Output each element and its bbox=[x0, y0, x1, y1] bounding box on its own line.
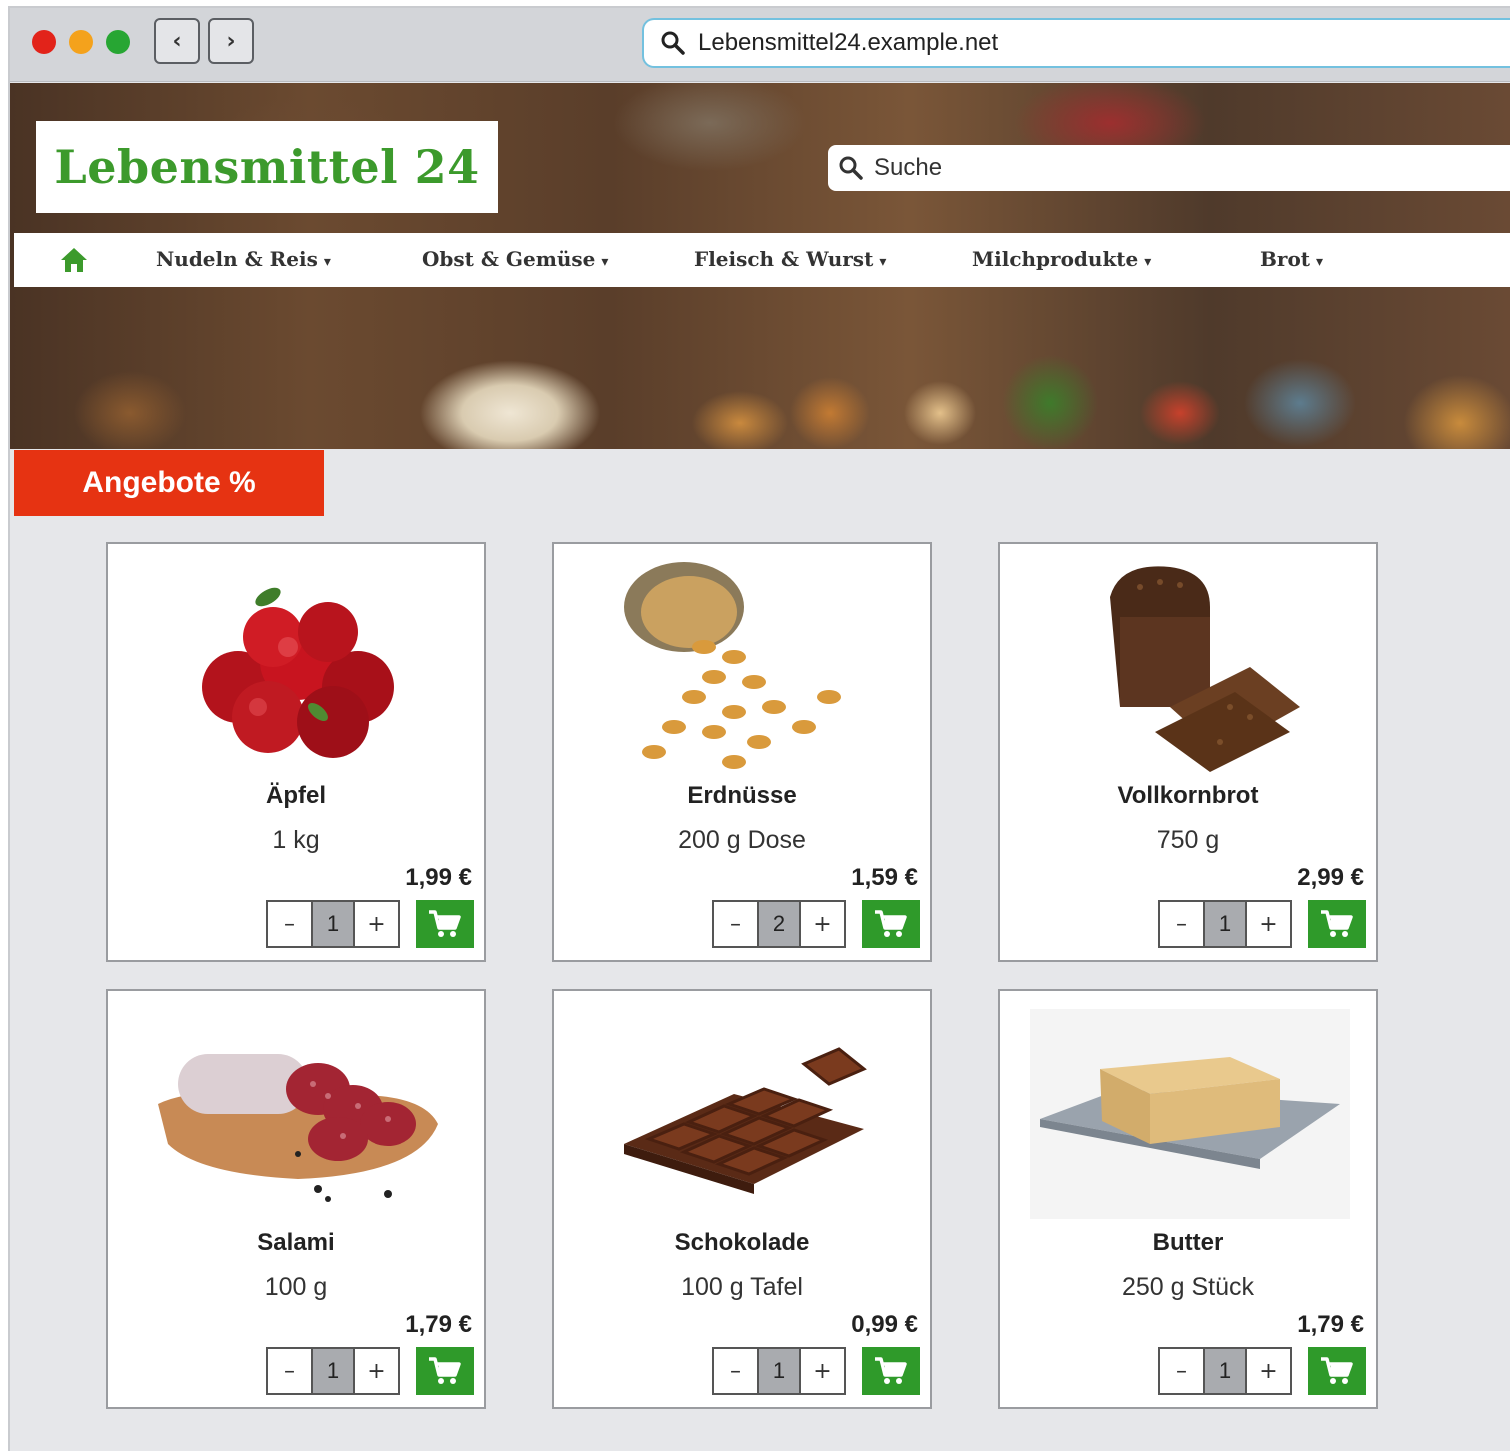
quantity-stepper: – 1 + bbox=[712, 1347, 846, 1395]
product-quantity: 100 g Tafel bbox=[681, 1273, 803, 1301]
caret-down-icon: ▾ bbox=[879, 254, 887, 270]
search-icon bbox=[661, 31, 685, 55]
add-to-cart-button[interactable] bbox=[1308, 1347, 1366, 1395]
increment-button[interactable]: + bbox=[1247, 902, 1290, 946]
url-text: Lebensmittel24.example.net bbox=[698, 29, 999, 56]
search-input[interactable]: Suche bbox=[828, 145, 1510, 191]
chocolate-image[interactable] bbox=[574, 999, 914, 1229]
address-bar[interactable]: Lebensmittel24.example.net bbox=[642, 18, 1510, 68]
quantity-stepper: – 1 + bbox=[266, 1347, 400, 1395]
caret-down-icon: ▾ bbox=[1144, 254, 1152, 270]
menu-item-nudeln-reis[interactable]: Nudeln & Reis ▾ bbox=[156, 247, 331, 271]
chevron-left-icon: ‹ bbox=[172, 28, 182, 54]
quantity-value[interactable]: 1 bbox=[1203, 1349, 1247, 1393]
search-placeholder: Suche bbox=[874, 154, 943, 181]
hero-banner: Lebensmittel 24 Suche Nudeln & Reis ▾ Obs… bbox=[10, 83, 1510, 449]
menu-item-fleisch-wurst[interactable]: Fleisch & Wurst ▾ bbox=[694, 247, 886, 271]
decrement-button[interactable]: – bbox=[1160, 1349, 1203, 1393]
caret-down-icon: ▾ bbox=[1316, 254, 1324, 270]
product-price: 1,79 € bbox=[405, 1311, 472, 1338]
logo-text: Lebensmittel 24 bbox=[54, 140, 480, 194]
product-card: Schokolade 100 g Tafel 0,99 € – 1 + bbox=[552, 989, 932, 1409]
bread-image[interactable] bbox=[1020, 552, 1360, 782]
minimize-window-button[interactable] bbox=[69, 30, 93, 54]
product-price: 0,99 € bbox=[851, 1311, 918, 1338]
forward-button[interactable]: › bbox=[208, 18, 254, 64]
decrement-button[interactable]: – bbox=[1160, 902, 1203, 946]
product-price: 1,79 € bbox=[1297, 1311, 1364, 1338]
quantity-value[interactable]: 1 bbox=[311, 902, 355, 946]
increment-button[interactable]: + bbox=[1247, 1349, 1290, 1393]
offers-tab[interactable]: Angebote % bbox=[14, 450, 324, 516]
browser-toolbar: ‹ › Lebensmittel24.example.net bbox=[10, 8, 1510, 82]
product-price: 1,99 € bbox=[405, 864, 472, 891]
site-logo[interactable]: Lebensmittel 24 bbox=[36, 121, 498, 213]
product-quantity: 250 g Stück bbox=[1121, 1273, 1255, 1301]
product-name: Äpfel bbox=[266, 782, 326, 809]
cart-icon bbox=[1321, 910, 1353, 937]
product-card: Salami 100 g 1,79 € – 1 + bbox=[106, 989, 486, 1409]
cart-icon bbox=[875, 910, 907, 937]
product-quantity: 100 g bbox=[264, 1273, 328, 1301]
product-card: Butter 250 g Stück 1,79 € – 1 + bbox=[998, 989, 1378, 1409]
product-quantity: 750 g bbox=[1156, 826, 1220, 854]
add-to-cart-button[interactable] bbox=[1308, 900, 1366, 948]
increment-button[interactable]: + bbox=[801, 1349, 844, 1393]
product-name: Butter bbox=[1152, 1229, 1224, 1256]
product-price: 2,99 € bbox=[1297, 864, 1364, 891]
offers-label: Angebote % bbox=[82, 466, 256, 499]
peanuts-image[interactable] bbox=[574, 552, 914, 782]
caret-down-icon: ▾ bbox=[601, 254, 609, 270]
caret-down-icon: ▾ bbox=[323, 254, 331, 270]
salami-image[interactable] bbox=[128, 999, 468, 1229]
quantity-value[interactable]: 2 bbox=[757, 902, 801, 946]
decrement-button[interactable]: – bbox=[714, 1349, 757, 1393]
menu-item-obst-gemuese[interactable]: Obst & Gemüse ▾ bbox=[422, 247, 608, 271]
cart-icon bbox=[429, 910, 461, 937]
decrement-button[interactable]: – bbox=[714, 902, 757, 946]
close-window-button[interactable] bbox=[32, 30, 56, 54]
product-card: Äpfel 1 kg 1,99 € – 1 + bbox=[106, 542, 486, 962]
add-to-cart-button[interactable] bbox=[862, 1347, 920, 1395]
maximize-window-button[interactable] bbox=[106, 30, 130, 54]
chevron-right-icon: › bbox=[226, 28, 236, 54]
quantity-stepper: – 1 + bbox=[266, 900, 400, 948]
cart-icon bbox=[1321, 1357, 1353, 1384]
quantity-stepper: – 1 + bbox=[1158, 1347, 1292, 1395]
product-quantity: 200 g Dose bbox=[678, 826, 806, 854]
quantity-stepper: – 2 + bbox=[712, 900, 846, 948]
increment-button[interactable]: + bbox=[801, 902, 844, 946]
butter-image[interactable] bbox=[1020, 999, 1360, 1229]
quantity-value[interactable]: 1 bbox=[311, 1349, 355, 1393]
product-quantity: 1 kg bbox=[272, 826, 320, 854]
quantity-value[interactable]: 1 bbox=[1203, 902, 1247, 946]
search-icon bbox=[839, 156, 863, 180]
product-name: Erdnüsse bbox=[687, 782, 797, 809]
product-price: 1,59 € bbox=[851, 864, 918, 891]
menu-item-brot[interactable]: Brot ▾ bbox=[1260, 247, 1323, 271]
increment-button[interactable]: + bbox=[355, 902, 398, 946]
product-card: Erdnüsse 200 g Dose 1,59 € – 2 + bbox=[552, 542, 932, 962]
back-button[interactable]: ‹ bbox=[154, 18, 200, 64]
cart-icon bbox=[429, 1357, 461, 1384]
product-name: Vollkornbrot bbox=[1117, 782, 1259, 809]
menu-item-milchprodukte[interactable]: Milchprodukte ▾ bbox=[972, 247, 1151, 271]
product-name: Salami bbox=[257, 1229, 335, 1256]
product-name: Schokolade bbox=[674, 1229, 810, 1256]
add-to-cart-button[interactable] bbox=[862, 900, 920, 948]
add-to-cart-button[interactable] bbox=[416, 1347, 474, 1395]
product-card: Vollkornbrot 750 g 2,99 € – 1 + bbox=[998, 542, 1378, 962]
add-to-cart-button[interactable] bbox=[416, 900, 474, 948]
quantity-stepper: – 1 + bbox=[1158, 900, 1292, 948]
browser-window: ‹ › Lebensmittel24.example.net Lebensmit… bbox=[8, 6, 1510, 1451]
decrement-button[interactable]: – bbox=[268, 902, 311, 946]
decrement-button[interactable]: – bbox=[268, 1349, 311, 1393]
quantity-value[interactable]: 1 bbox=[757, 1349, 801, 1393]
cart-icon bbox=[875, 1357, 907, 1384]
apples-image[interactable] bbox=[128, 552, 468, 782]
home-icon[interactable] bbox=[60, 247, 88, 273]
category-menu: Nudeln & Reis ▾ Obst & Gemüse ▾ Fleisch & … bbox=[14, 233, 1510, 287]
increment-button[interactable]: + bbox=[355, 1349, 398, 1393]
